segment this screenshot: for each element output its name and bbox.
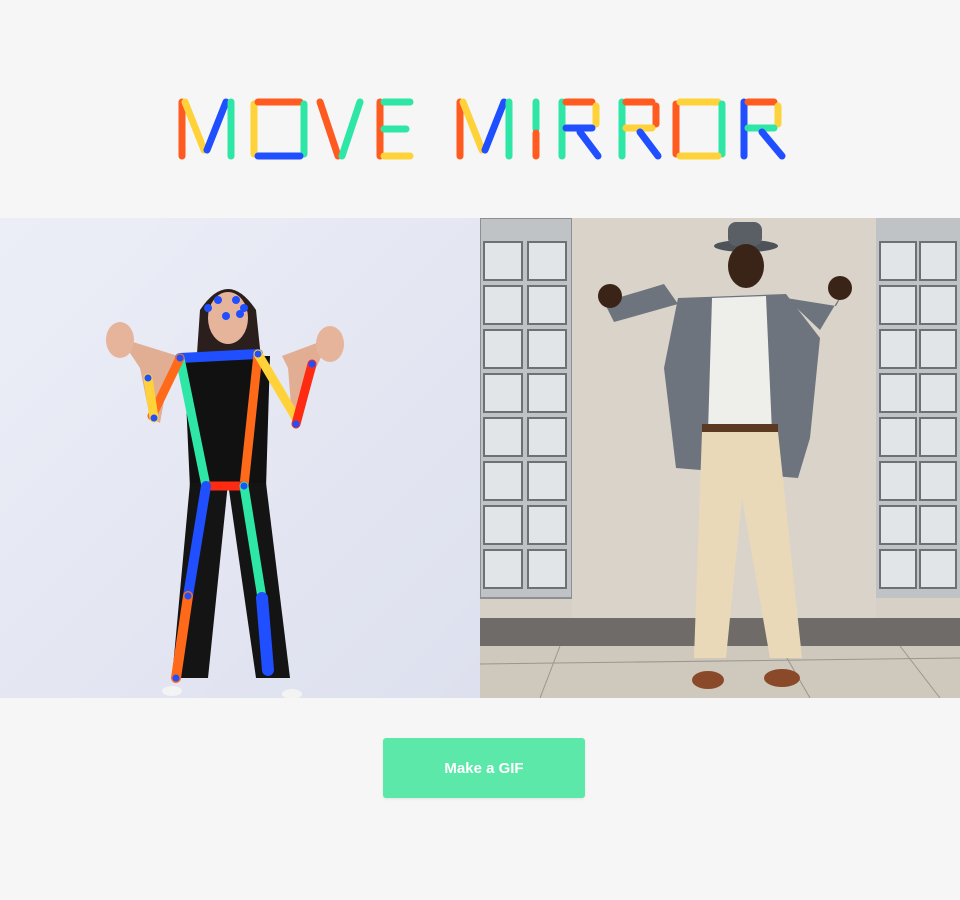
webcam-person-image xyxy=(0,218,480,698)
webcam-panel xyxy=(0,218,480,698)
match-panel xyxy=(480,218,960,698)
move-mirror-logo xyxy=(178,98,786,160)
comparison-panels xyxy=(0,218,960,698)
header: MOVE MIRROR xyxy=(0,0,960,218)
matched-dancer-image xyxy=(480,218,960,698)
make-gif-button[interactable]: Make a GIF xyxy=(383,738,585,798)
